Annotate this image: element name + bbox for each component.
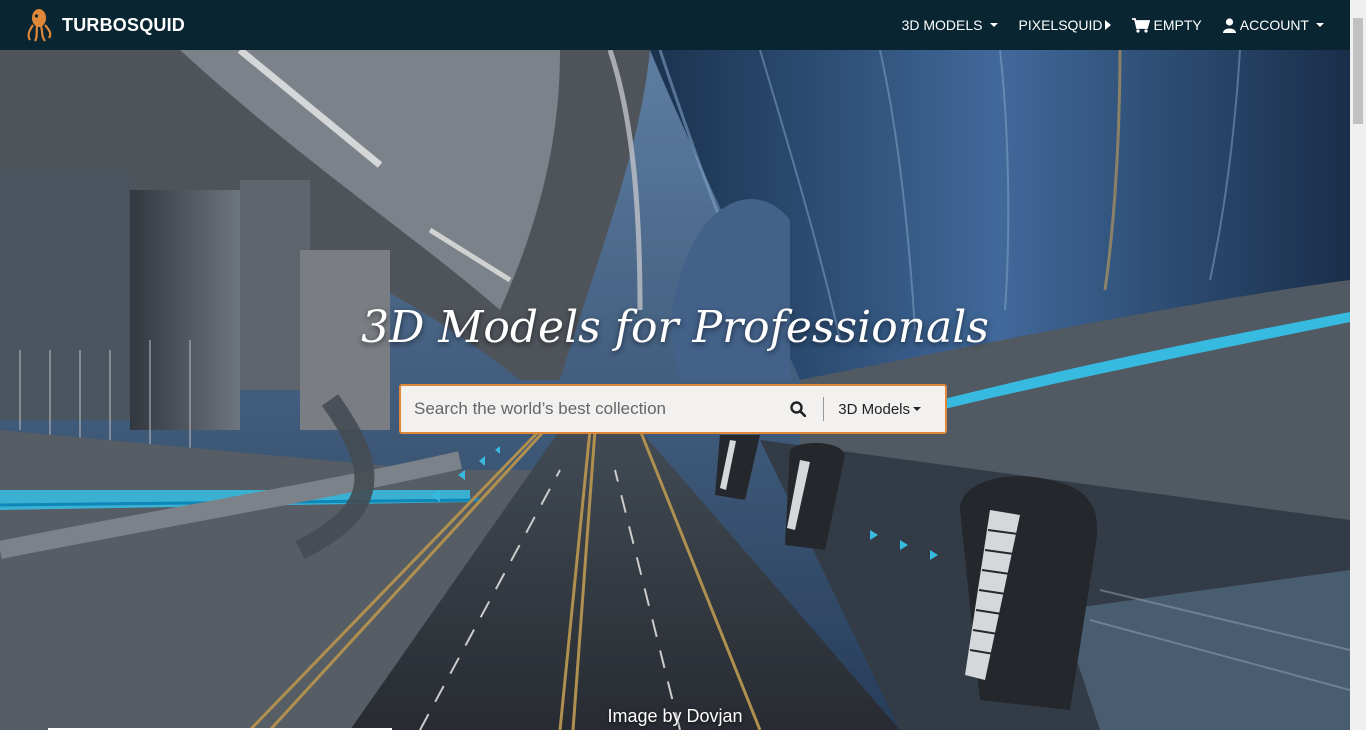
nav-3d-models-label: 3D MODELS: [901, 17, 983, 33]
search-scope-label: 3D Models: [838, 400, 910, 418]
squid-logo-icon: [27, 9, 52, 42]
search-bar: 3D Models: [399, 384, 947, 434]
search-scope-dropdown[interactable]: 3D Models: [838, 401, 921, 418]
chevron-down-icon: [989, 23, 998, 27]
search-button[interactable]: [783, 401, 813, 417]
main-nav: 3D MODELS PIXELSQUID EMPTY ACCOUNT: [881, 17, 1324, 33]
page-scrollbar[interactable]: [1350, 0, 1366, 730]
nav-pixelsquid-label: PIXELSQUID: [1018, 17, 1103, 33]
hero-banner: 3D Models for Professionals 3D Models Im…: [0, 50, 1350, 730]
nav-cart-label: EMPTY: [1153, 17, 1202, 33]
chevron-down-icon: [1316, 23, 1324, 27]
top-nav-bar: TURBOSQUID 3D MODELS PIXELSQUID EMPTY AC…: [0, 0, 1350, 50]
image-credit: Image by Dovjan: [607, 706, 743, 726]
chevron-down-icon: [913, 407, 921, 411]
search-input[interactable]: [401, 385, 776, 433]
hero-headline: 3D Models for Professionals: [361, 302, 989, 353]
search-divider: [823, 397, 825, 421]
nav-account-label: ACCOUNT: [1239, 17, 1309, 33]
nav-3d-models-dropdown[interactable]: 3D MODELS: [902, 17, 998, 33]
brand-name: TURBOSQUID: [62, 14, 185, 35]
search-icon: [790, 401, 807, 417]
user-icon: [1222, 17, 1236, 33]
brand-home-link[interactable]: TURBOSQUID: [24, 7, 185, 43]
cart-icon: [1131, 17, 1150, 33]
nav-cart-link[interactable]: EMPTY: [1131, 17, 1202, 33]
play-arrow-icon: [1104, 20, 1111, 30]
scrollbar-thumb[interactable]: [1353, 18, 1363, 124]
nav-pixelsquid-link[interactable]: PIXELSQUID: [1019, 17, 1111, 33]
nav-account-dropdown[interactable]: ACCOUNT: [1222, 17, 1324, 33]
